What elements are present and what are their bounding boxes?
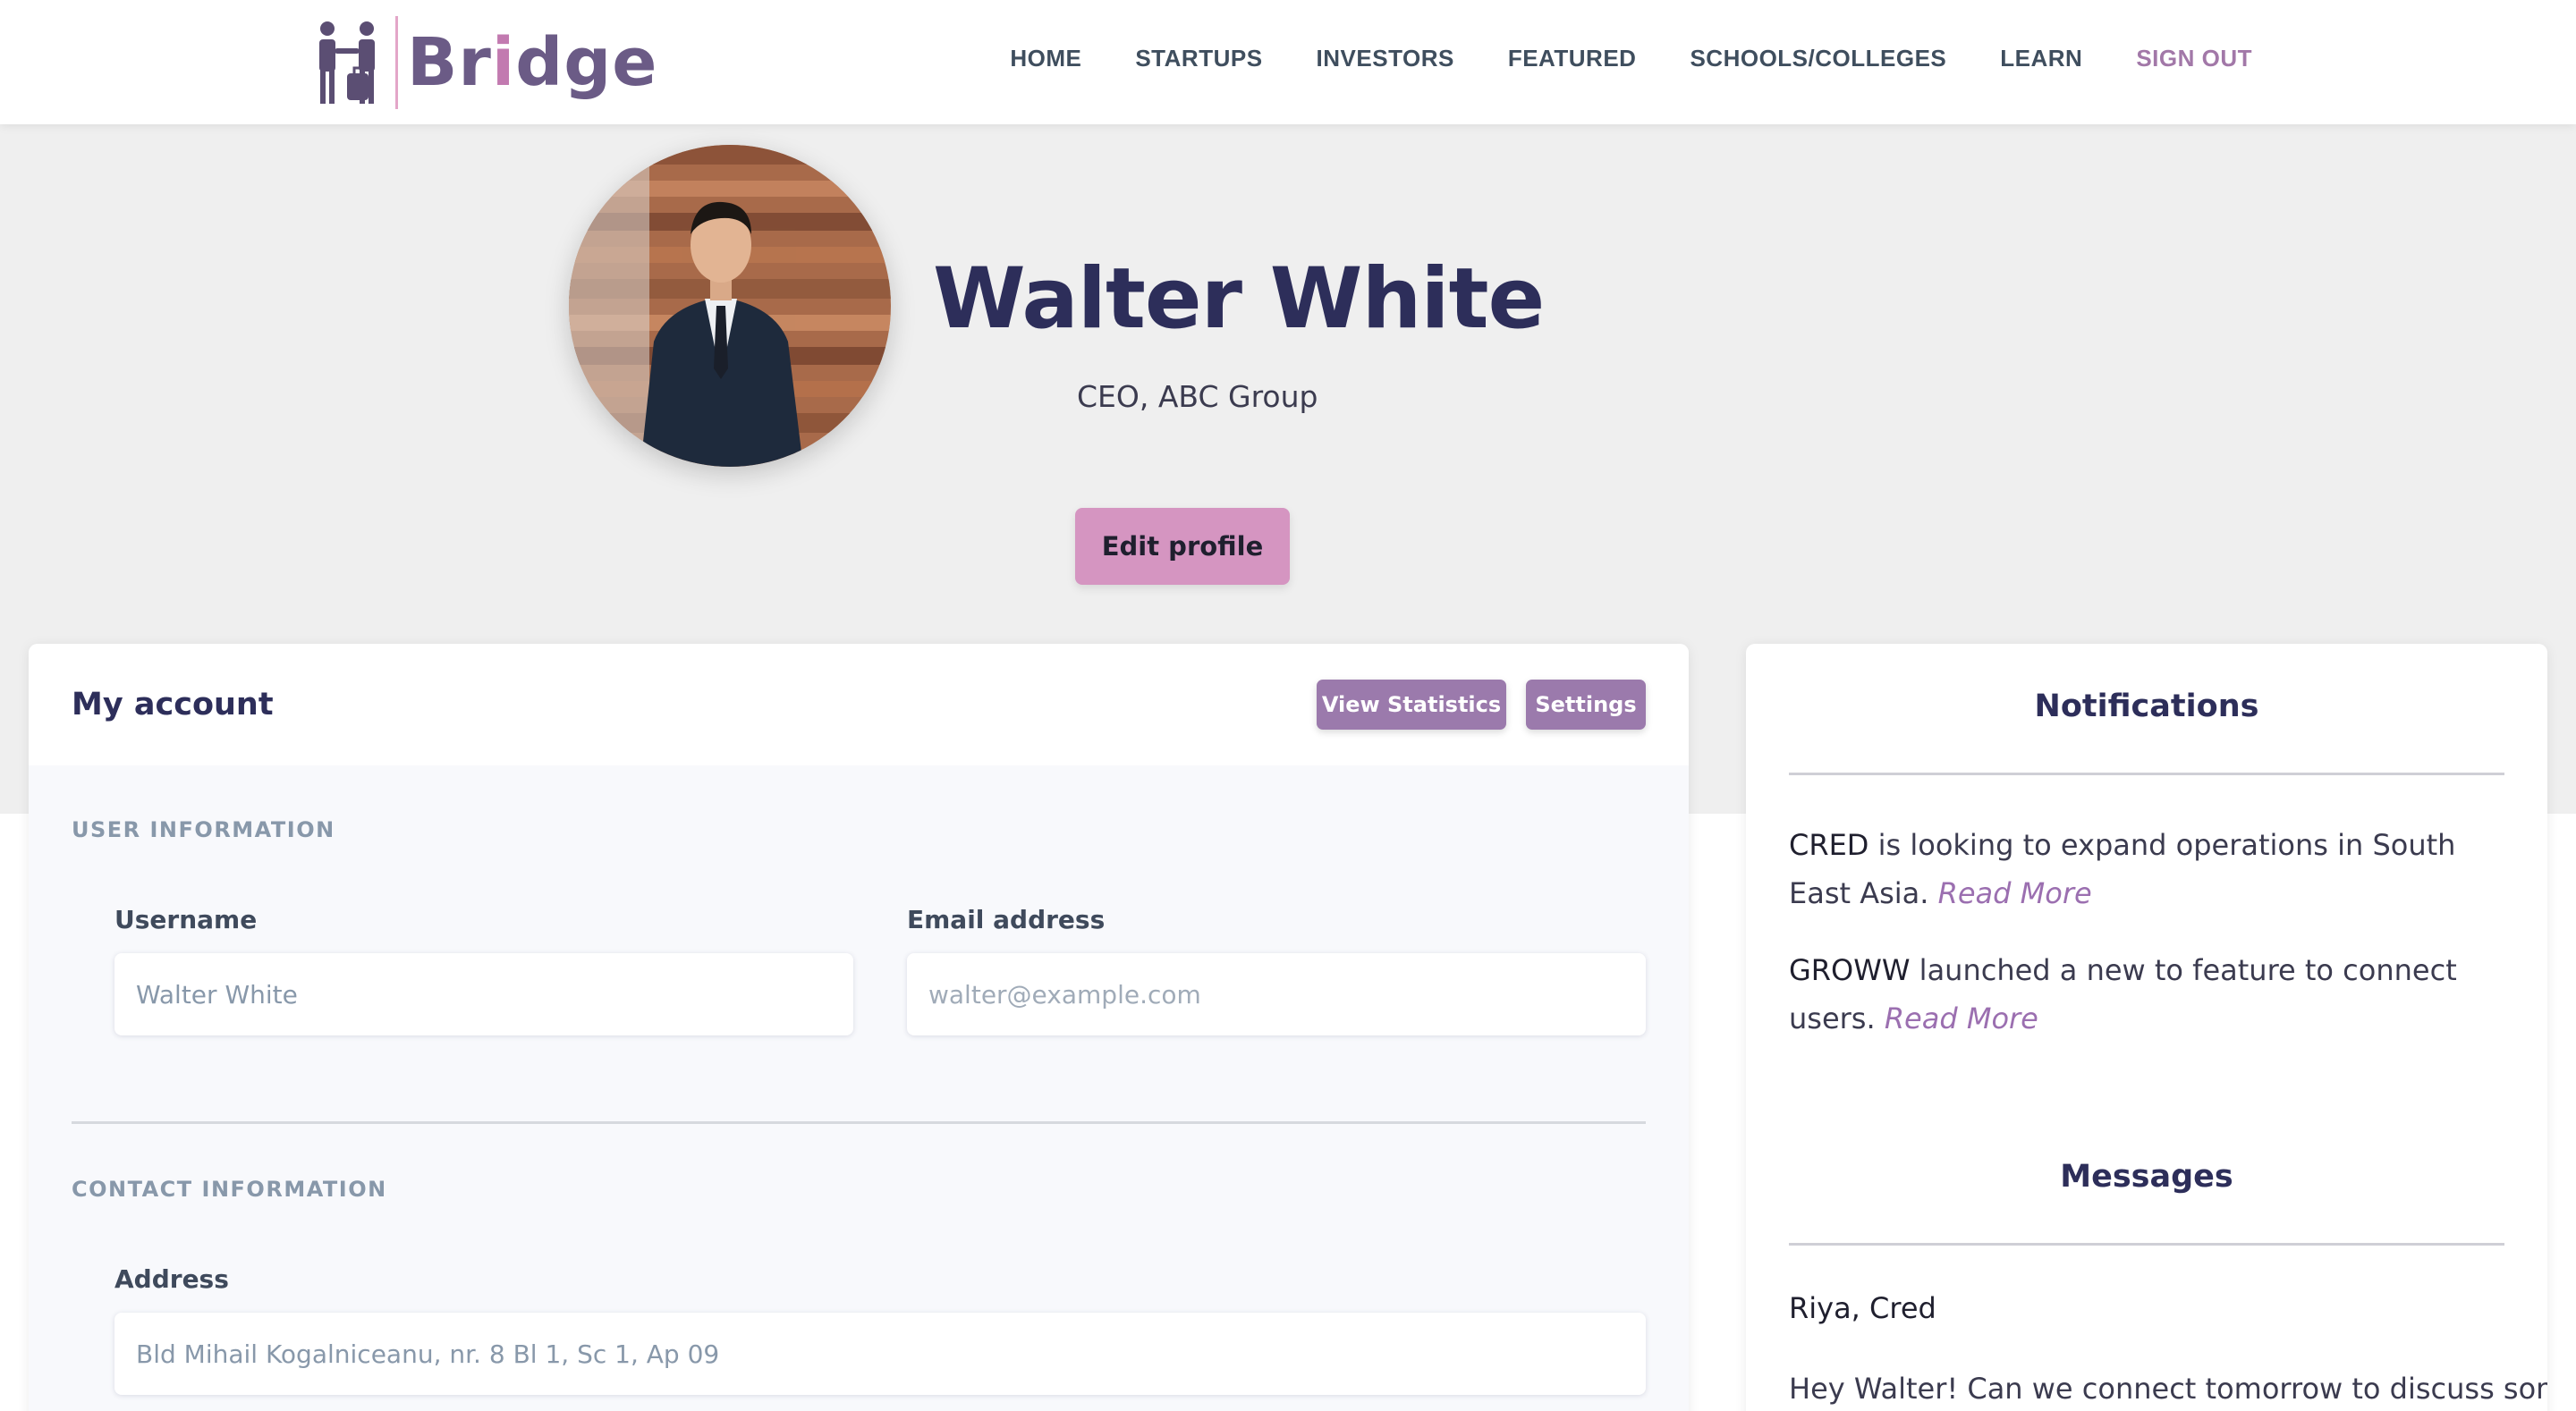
address-label: Address	[114, 1264, 229, 1294]
notification-text: is looking to expand operations in South…	[1789, 828, 2456, 910]
notification-company[interactable]: CRED	[1789, 828, 1868, 862]
email-input[interactable]	[907, 953, 1646, 1035]
handshake-people-icon	[319, 21, 375, 104]
account-title: My account	[72, 687, 274, 722]
notification-company[interactable]: GROWW	[1789, 953, 1911, 987]
nav-learn[interactable]: LEARN	[2000, 45, 2082, 72]
edit-profile-button[interactable]: Edit profile	[1075, 508, 1290, 585]
address-input[interactable]	[114, 1313, 1646, 1395]
message-sender[interactable]: Riya, Cred	[1789, 1291, 1936, 1325]
brand-name: Bridge	[407, 24, 658, 101]
notifications-rule	[1789, 773, 2504, 775]
email-label: Email address	[907, 905, 1106, 934]
username-input[interactable]	[114, 953, 853, 1035]
avatar-photo	[569, 145, 891, 467]
notification-item: GROWW launched a new to feature to conne…	[1789, 946, 2504, 1043]
messages-rule	[1789, 1243, 2504, 1246]
nav-startups[interactable]: STARTUPS	[1135, 45, 1262, 72]
profile-title: CEO, ABC Group	[1077, 379, 1318, 414]
brand-logo[interactable]: Bridge	[315, 14, 657, 111]
contact-information-heading: CONTACT INFORMATION	[72, 1177, 387, 1202]
notifications-heading: Notifications	[2034, 689, 2259, 724]
nav-home[interactable]: HOME	[1010, 45, 1081, 72]
nav-sign-out[interactable]: SIGN OUT	[2136, 45, 2252, 72]
account-header: My account View Statistics Settings	[29, 644, 1689, 765]
nav-schools-colleges[interactable]: SCHOOLS/COLLEGES	[1690, 45, 1946, 72]
view-statistics-button[interactable]: View Statistics	[1317, 680, 1506, 730]
navbar: Bridge HOME STARTUPS INVESTORS FEATURED …	[0, 0, 2576, 124]
brand-divider	[395, 16, 398, 109]
notifications-card: Notifications CRED is looking to expand …	[1746, 644, 2547, 1411]
nav-featured[interactable]: FEATURED	[1508, 45, 1637, 72]
settings-button[interactable]: Settings	[1526, 680, 1646, 730]
profile-name: Walter White	[933, 250, 1545, 348]
account-card: My account View Statistics Settings USER…	[29, 644, 1689, 1411]
message-preview[interactable]: Hey Walter! Can we connect tomorrow to d…	[1789, 1365, 2547, 1411]
profile-avatar	[569, 145, 891, 467]
nav-links: HOME STARTUPS INVESTORS FEATURED SCHOOLS…	[1010, 45, 2252, 72]
section-divider	[72, 1121, 1646, 1124]
read-more-link[interactable]: Read More	[1885, 1001, 2038, 1035]
nav-investors[interactable]: INVESTORS	[1317, 45, 1454, 72]
username-label: Username	[114, 905, 258, 934]
read-more-link[interactable]: Read More	[1938, 876, 2092, 910]
messages-heading: Messages	[2060, 1159, 2233, 1195]
user-information-heading: USER INFORMATION	[72, 817, 335, 842]
page: Bridge HOME STARTUPS INVESTORS FEATURED …	[0, 0, 2576, 1411]
notification-item: CRED is looking to expand operations in …	[1789, 821, 2504, 917]
